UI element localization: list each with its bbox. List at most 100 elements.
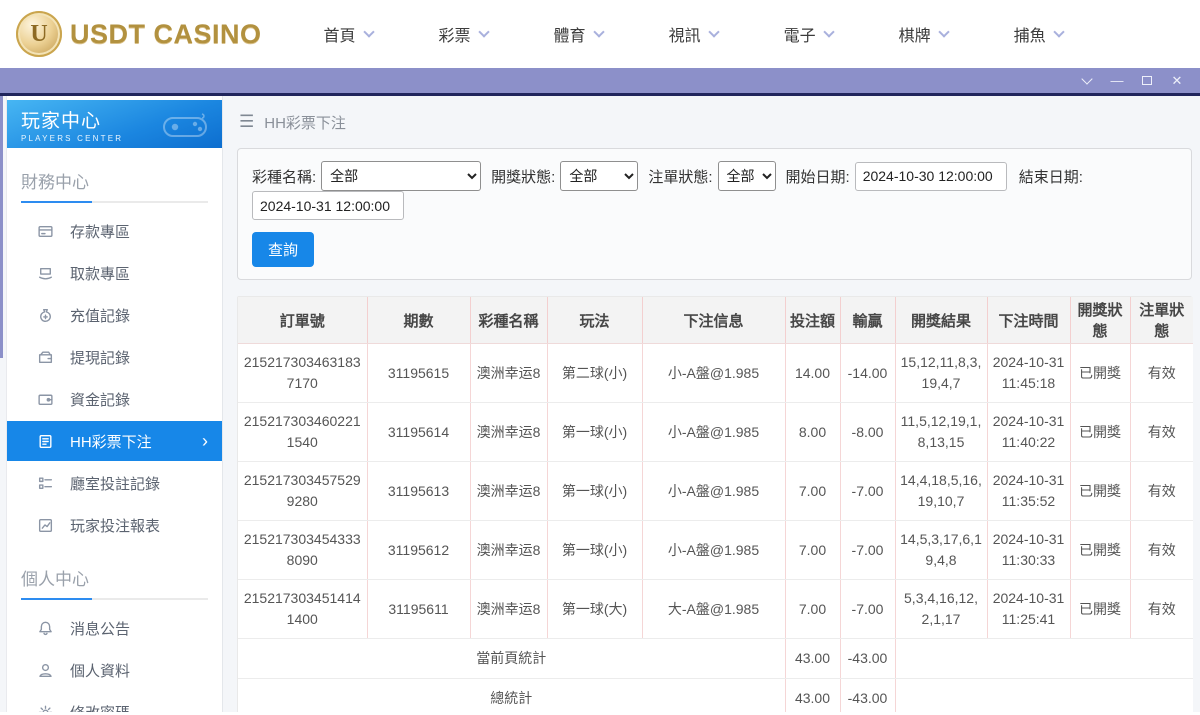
table-row: 2152173034602211540 31195614 澳洲幸运8 第一球(小) 小-… <box>238 402 1193 462</box>
table-cell: 第一球(小) <box>547 461 643 521</box>
summary-label: 當前頁統計 <box>238 638 786 679</box>
section-underline <box>21 598 208 600</box>
sidebar-item-label: 修改密碼 <box>70 702 130 713</box>
topnav-item-0[interactable]: 首頁 <box>323 22 375 46</box>
app-window: U USDT CASINO 首頁 彩票 體育 視訊 電子 棋牌 捕魚 — ✕ 玩家中心 PL… <box>0 0 1200 715</box>
withdraw-hand-icon <box>37 265 54 282</box>
chevron-down-icon <box>592 26 605 38</box>
table-cell: 2024-10-31 11:40:22 <box>987 402 1071 462</box>
order-status-select[interactable]: 全部 <box>717 161 776 191</box>
table-cell: 澳洲幸运8 <box>470 461 548 521</box>
table-cell: 11,5,12,19,1,8,13,15 <box>895 402 988 462</box>
collapse-icon[interactable] <box>1074 70 1100 92</box>
lottery-name-select[interactable]: 全部 <box>321 161 482 191</box>
table-cell: 2024-10-31 11:45:18 <box>987 343 1071 403</box>
gamepad-icon <box>163 113 207 137</box>
table-cell: 第一球(大) <box>547 579 643 639</box>
table-cell: 2152173034543338090 <box>238 520 368 580</box>
table-cell: 8.00 <box>785 402 841 462</box>
table-cell: 2024-10-31 11:25:41 <box>987 579 1071 639</box>
table-cell: 31195611 <box>367 579 471 639</box>
topnav-item-label: 體育 <box>553 28 586 45</box>
maximize-icon[interactable] <box>1134 70 1160 92</box>
sidebar-item-recharge-record[interactable]: 充值記錄 <box>7 295 222 335</box>
sidebar-section-title: 個人中心 <box>21 570 89 589</box>
section-underline <box>21 201 208 203</box>
chevron-down-icon <box>1052 26 1065 38</box>
table-row: 2152173034543338090 31195612 澳洲幸运8 第一球(小) 小-… <box>238 520 1193 580</box>
sidebar-item-lottery-bet[interactable]: HH彩票下注 › <box>7 421 222 461</box>
topnav-item-6[interactable]: 捕魚 <box>1013 22 1065 46</box>
players-center-banner: 玩家中心 PLAYERS CENTER <box>7 100 222 148</box>
end-date-input[interactable] <box>252 191 404 220</box>
chevron-down-icon <box>822 26 835 38</box>
draw-status-select[interactable]: 全部 <box>560 161 639 191</box>
funds-record-icon <box>37 391 54 408</box>
sidebar-item-user[interactable]: 個人資料 <box>7 650 222 690</box>
table-cell: 14,5,3,17,6,19,4,8 <box>895 520 988 580</box>
brand-logo[interactable]: U USDT CASINO <box>16 11 262 57</box>
menu-toggle-icon[interactable]: ☰ <box>239 112 254 132</box>
recharge-record-icon <box>37 307 54 324</box>
sidebar-item-room-bet-record[interactable]: 廳室投註記錄 <box>7 463 222 503</box>
start-date-input[interactable] <box>854 161 1007 191</box>
logo-letter: U <box>30 20 48 47</box>
query-button[interactable]: 查詢 <box>252 232 315 267</box>
sidebar-item-label: 提現記錄 <box>70 349 131 367</box>
topnav-item-label: 捕魚 <box>1013 28 1046 45</box>
summary-row: 當前頁統計 43.00 -43.00 <box>238 638 1193 679</box>
topnav-item-label: 視訊 <box>668 28 701 45</box>
table-cell: 7.00 <box>785 520 841 580</box>
table-cell: 有效 <box>1130 579 1193 639</box>
table-cell: 已開獎 <box>1070 402 1131 462</box>
topnav-item-label: 棋牌 <box>898 28 931 45</box>
sidebar-item-label: 玩家投注報表 <box>70 517 161 535</box>
table-cell: 小-A盤@1.985 <box>642 402 786 462</box>
minimize-icon[interactable]: — <box>1104 70 1130 92</box>
topnav-item-label: 彩票 <box>438 28 471 45</box>
sidebar-item-withdraw-hand[interactable]: 取款專區 <box>7 253 222 293</box>
sidebar-item-bet-report[interactable]: 玩家投注報表 <box>7 505 222 545</box>
table-cell: -7.00 <box>840 461 896 521</box>
close-icon[interactable]: ✕ <box>1164 70 1190 92</box>
topnav-item-4[interactable]: 電子 <box>784 22 835 46</box>
chevron-down-icon <box>362 26 375 38</box>
topnav-item-2[interactable]: 體育 <box>553 22 605 46</box>
sidebar-item-funds-record[interactable]: 資金記錄 <box>7 379 222 419</box>
bets-table: 訂單號 期數 彩種名稱 玩法 下注信息 投注額 輸贏 開獎結果 下注時間 開獎狀態 注單狀態 215… <box>238 297 1193 712</box>
sidebar-item-bell[interactable]: 消息公告 <box>7 608 222 648</box>
topnav-item-1[interactable]: 彩票 <box>438 22 490 46</box>
window-titlebar: — ✕ <box>0 68 1200 96</box>
column-header: 下注信息 <box>642 297 786 344</box>
table-header-row: 訂單號 期數 彩種名稱 玩法 下注信息 投注額 輸贏 開獎結果 下注時間 開獎狀態 注單狀態 <box>238 297 1193 344</box>
topnav-item-3[interactable]: 視訊 <box>668 22 720 46</box>
column-header: 開獎結果 <box>895 297 988 344</box>
column-header: 注單狀態 <box>1130 297 1193 344</box>
sidebar-item-label: 存款專區 <box>70 223 131 241</box>
table-cell: 第一球(小) <box>547 520 643 580</box>
table-cell: 7.00 <box>785 461 841 521</box>
summary-empty-cell <box>895 678 1193 712</box>
table-cell: 有效 <box>1130 461 1193 521</box>
logo-wordmark: USDT CASINO <box>70 18 262 49</box>
table-cell: -14.00 <box>840 343 896 403</box>
table-cell: 大-A盤@1.985 <box>642 579 786 639</box>
end-date-label: 結束日期: <box>1018 168 1083 186</box>
sidebar-item-withdrawal-record[interactable]: 提現記錄 <box>7 337 222 377</box>
chevron-down-icon <box>477 26 490 38</box>
chevron-right-icon: › <box>202 431 208 451</box>
table-cell: 2152173034631837170 <box>238 343 368 403</box>
sidebar-item-deposit-card[interactable]: 存款專區 <box>7 211 222 251</box>
chevron-down-icon <box>937 26 950 38</box>
lottery-name-label: 彩種名稱: <box>252 168 317 186</box>
sidebar-item-gear[interactable]: 修改密碼 <box>7 692 222 712</box>
table-cell: 2024-10-31 11:35:52 <box>987 461 1071 521</box>
table-row: 2152173034514141400 31195611 澳洲幸运8 第一球(大) 大-… <box>238 579 1193 639</box>
column-header: 下注時間 <box>987 297 1071 344</box>
topnav-item-5[interactable]: 棋牌 <box>898 22 950 46</box>
table-cell: 已開獎 <box>1070 579 1131 639</box>
topnav-item-label: 首頁 <box>323 28 356 45</box>
main-content: ☰ HH彩票下注 彩種名稱: 全部 開獎狀態: 全部 注單狀態: 全部 開始日期… <box>223 96 1200 712</box>
filter-panel: 彩種名稱: 全部 開獎狀態: 全部 注單狀態: 全部 開始日期: 結束日期: <box>237 148 1192 280</box>
workspace: 玩家中心 PLAYERS CENTER 財務中心 存款專區 取款專區 充值記錄 提現記錄… <box>0 96 1200 712</box>
